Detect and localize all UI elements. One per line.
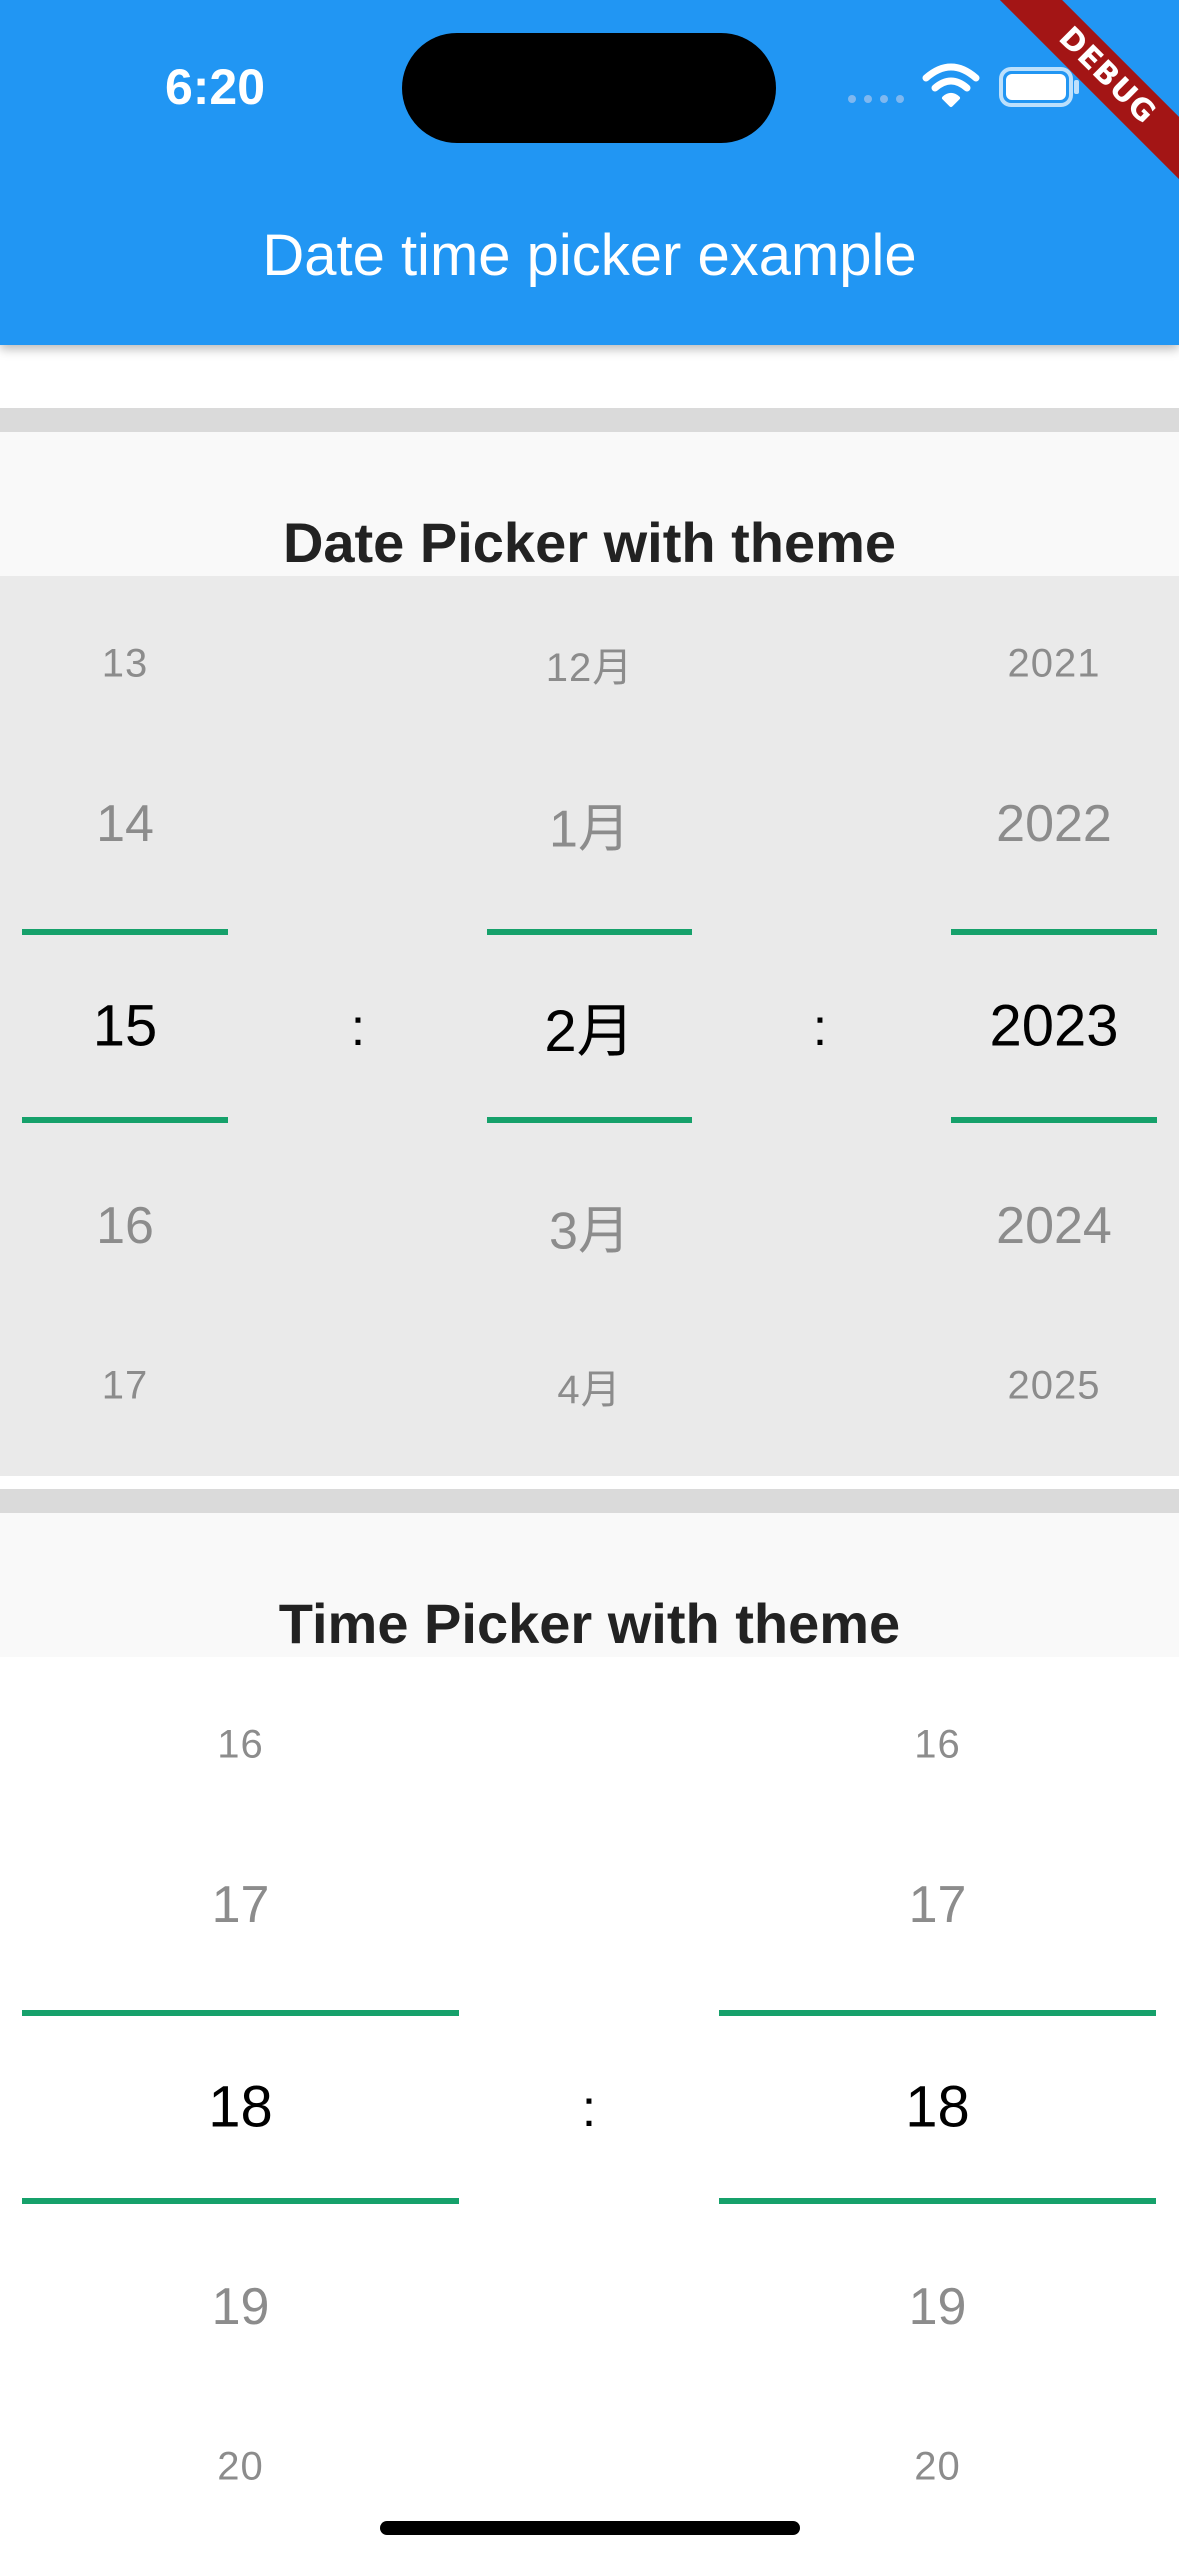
wheel-item[interactable]: 16 (719, 1723, 1156, 1768)
selection-line-bottom (951, 1117, 1157, 1123)
hour-wheel[interactable]: 16 17 18 19 20 (22, 1657, 459, 2556)
selected-hour[interactable]: 18 (22, 2074, 459, 2141)
wheel-item[interactable]: 17 (719, 1875, 1156, 1935)
wheel-item[interactable]: 2025 (951, 1364, 1157, 1409)
wheel-item[interactable]: 2024 (951, 1196, 1157, 1256)
app-bar-title: Date time picker example (262, 223, 917, 288)
debug-banner-label: DEBUG (985, 0, 1179, 198)
status-time: 6:20 (164, 59, 266, 115)
selected-month[interactable]: 2月 (487, 984, 692, 1068)
day-wheel[interactable]: 13 14 15 16 17 (22, 576, 228, 1476)
selection-line-bottom (719, 2198, 1156, 2204)
selected-minute[interactable]: 18 (719, 2074, 1156, 2141)
wheel-item[interactable]: 17 (22, 1364, 228, 1409)
month-wheel[interactable]: 12月 1月 2月 3月 4月 (487, 576, 692, 1476)
wheel-item[interactable]: 2021 (951, 642, 1157, 687)
cellular-signal-icon (848, 95, 904, 103)
dynamic-island (402, 33, 776, 143)
date-picker-title: Date Picker with theme (282, 511, 897, 574)
selection-line-top (22, 929, 228, 935)
section-divider (0, 1489, 1179, 1513)
selection-line-bottom (487, 1117, 692, 1123)
time-separator: : (581, 2080, 597, 2138)
wheel-item[interactable]: 20 (719, 2445, 1156, 2490)
selection-line-top (487, 929, 692, 935)
wheel-item[interactable]: 13 (22, 642, 228, 687)
date-section-header: Date Picker with theme (0, 432, 1179, 576)
date-separator: : (812, 999, 828, 1057)
wheel-item[interactable]: 1月 (487, 787, 692, 862)
selection-line-bottom (22, 2198, 459, 2204)
wheel-item[interactable]: 4月 (487, 1357, 692, 1415)
wheel-item[interactable]: 16 (22, 1723, 459, 1768)
date-picker[interactable]: 13 14 15 16 17 : 12月 1月 2月 3月 4月 : 2021 … (0, 576, 1179, 1476)
spacer (0, 1476, 1179, 1489)
year-wheel[interactable]: 2021 2022 2023 2024 2025 (951, 576, 1157, 1476)
selected-year[interactable]: 2023 (951, 993, 1157, 1060)
selection-line-bottom (22, 1117, 228, 1123)
selection-line-top (719, 2010, 1156, 2016)
wheel-item[interactable]: 19 (22, 2277, 459, 2337)
wheel-item[interactable]: 16 (22, 1196, 228, 1256)
wheel-item[interactable]: 19 (719, 2277, 1156, 2337)
time-section-header: Time Picker with theme (0, 1513, 1179, 1657)
wheel-item[interactable]: 12月 (487, 635, 692, 693)
wheel-item[interactable]: 14 (22, 794, 228, 854)
date-separator: : (350, 999, 366, 1057)
home-indicator[interactable] (380, 2521, 800, 2535)
selection-line-top (951, 929, 1157, 935)
debug-banner: DEBUG (979, 0, 1179, 200)
selection-line-top (22, 2010, 459, 2016)
spacer (0, 345, 1179, 395)
wheel-item[interactable]: 20 (22, 2445, 459, 2490)
wheel-item[interactable]: 2022 (951, 794, 1157, 854)
minute-wheel[interactable]: 16 17 18 19 20 (719, 1657, 1156, 2556)
time-picker-title: Time Picker with theme (278, 1592, 901, 1655)
time-picker[interactable]: 16 17 18 19 20 : 16 17 18 19 20 (0, 1657, 1179, 2556)
wheel-item[interactable]: 17 (22, 1875, 459, 1935)
wifi-icon (922, 63, 980, 107)
section-divider (0, 408, 1179, 432)
wheel-item[interactable]: 3月 (487, 1189, 692, 1264)
selected-day[interactable]: 15 (22, 993, 228, 1060)
